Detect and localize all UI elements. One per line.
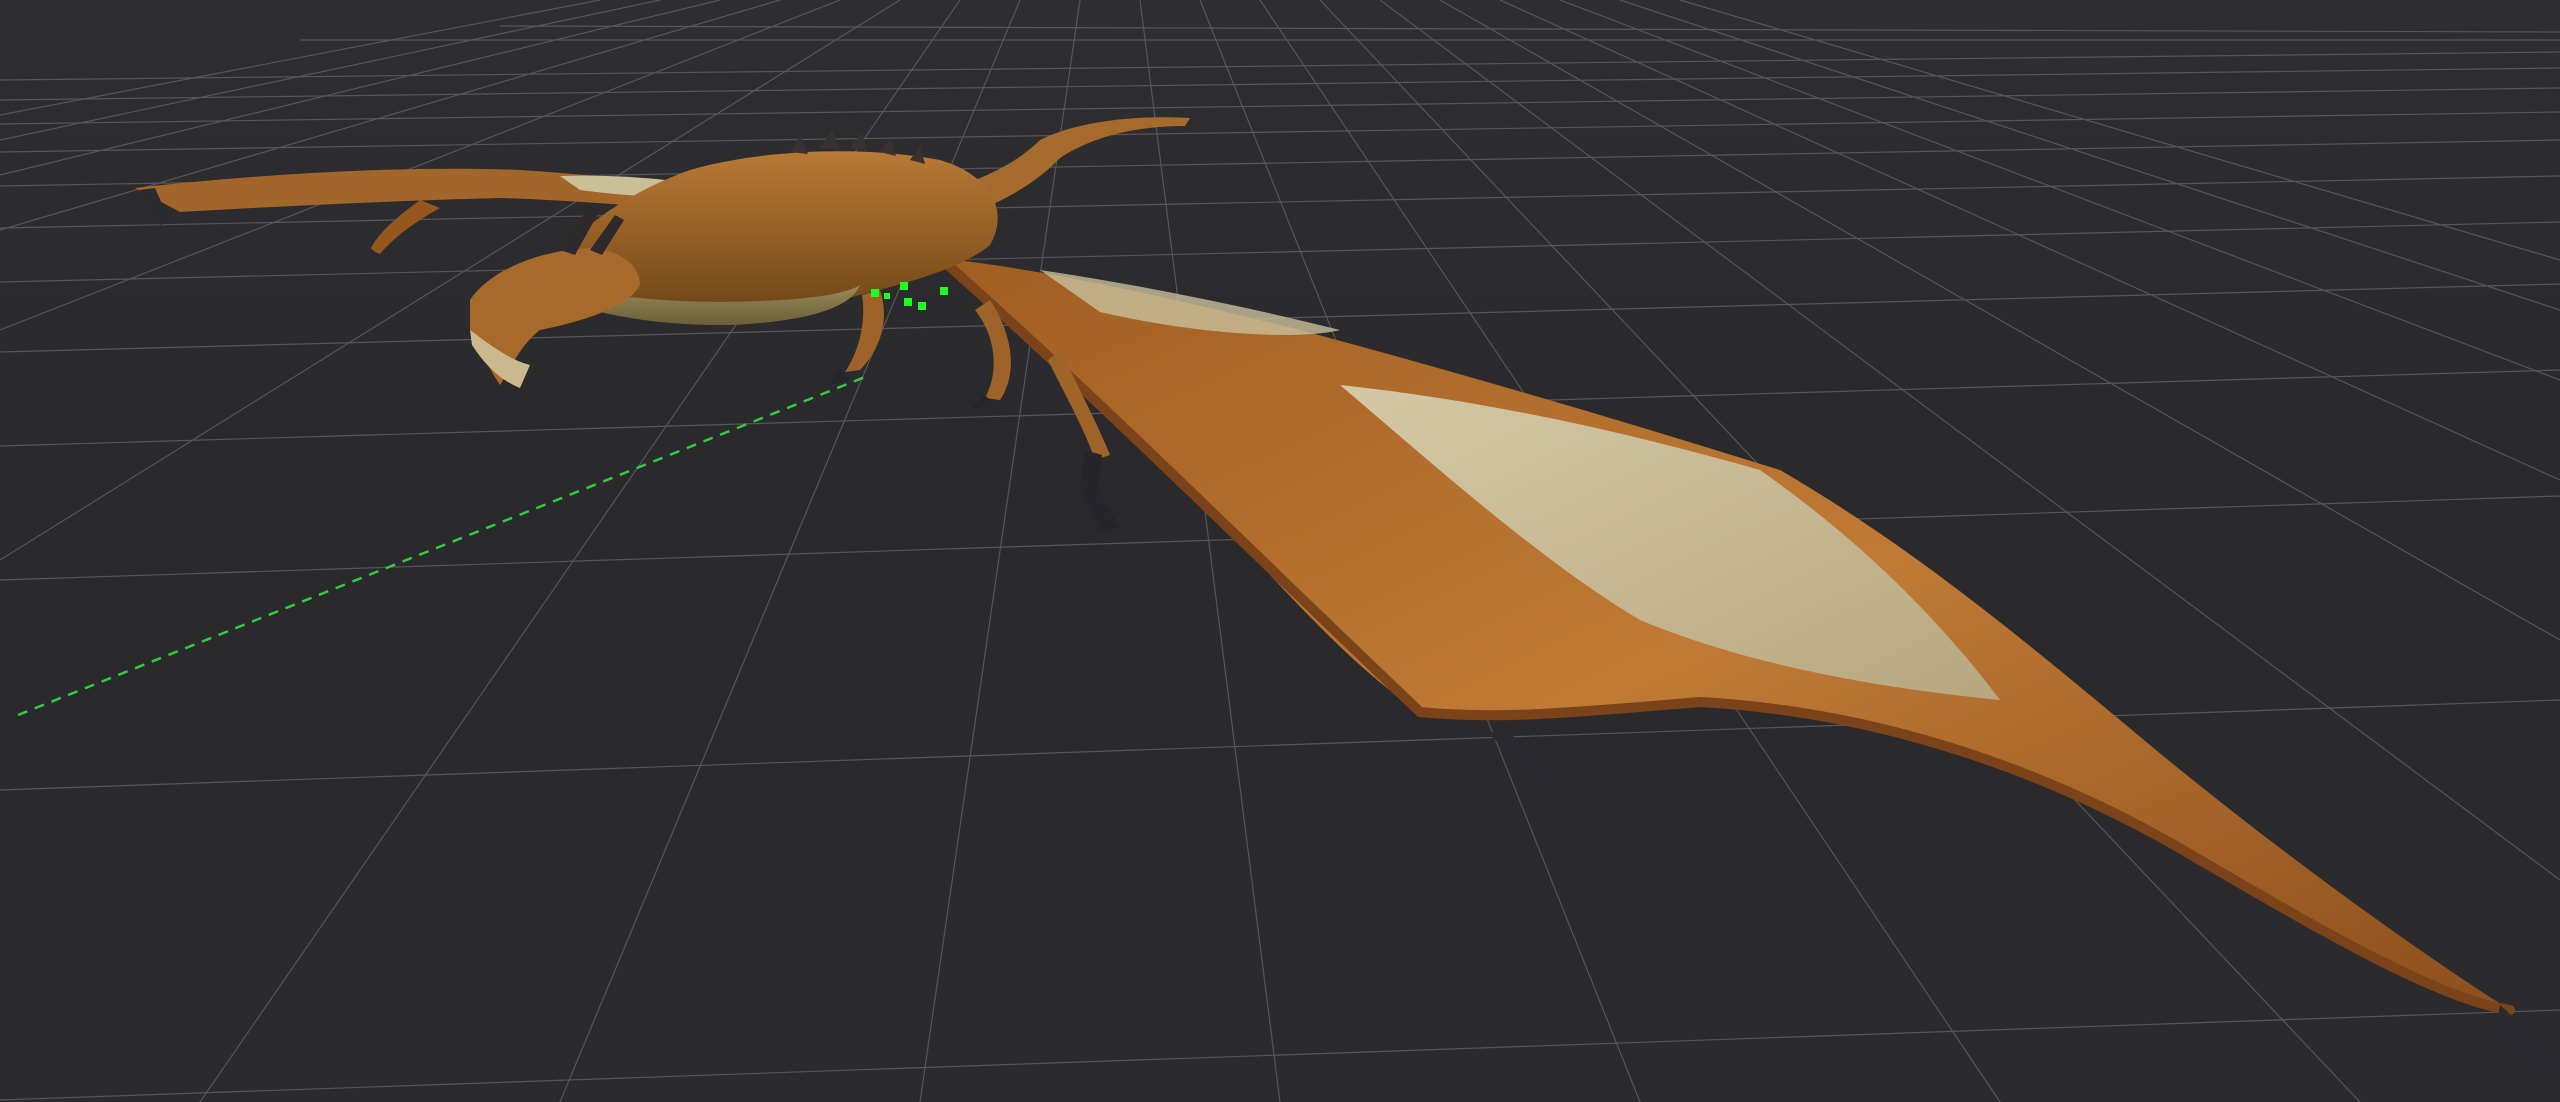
3d-viewport[interactable] [0,0,2560,1102]
joint-marker[interactable] [900,282,908,290]
viewport-canvas[interactable] [0,0,2560,1102]
wing-tip-claw [2495,1005,2560,1090]
joint-marker[interactable] [871,289,879,297]
left-wing-finger [370,200,440,254]
hind-claw [1080,450,1120,530]
dragon-model[interactable] [135,117,2560,1090]
joint-marker[interactable] [918,302,926,310]
front-leg [845,290,884,372]
wing-elbow-claw [1490,722,1590,820]
joint-marker[interactable] [904,298,912,306]
joint-marker[interactable] [940,287,948,295]
joint-marker[interactable] [884,293,890,299]
